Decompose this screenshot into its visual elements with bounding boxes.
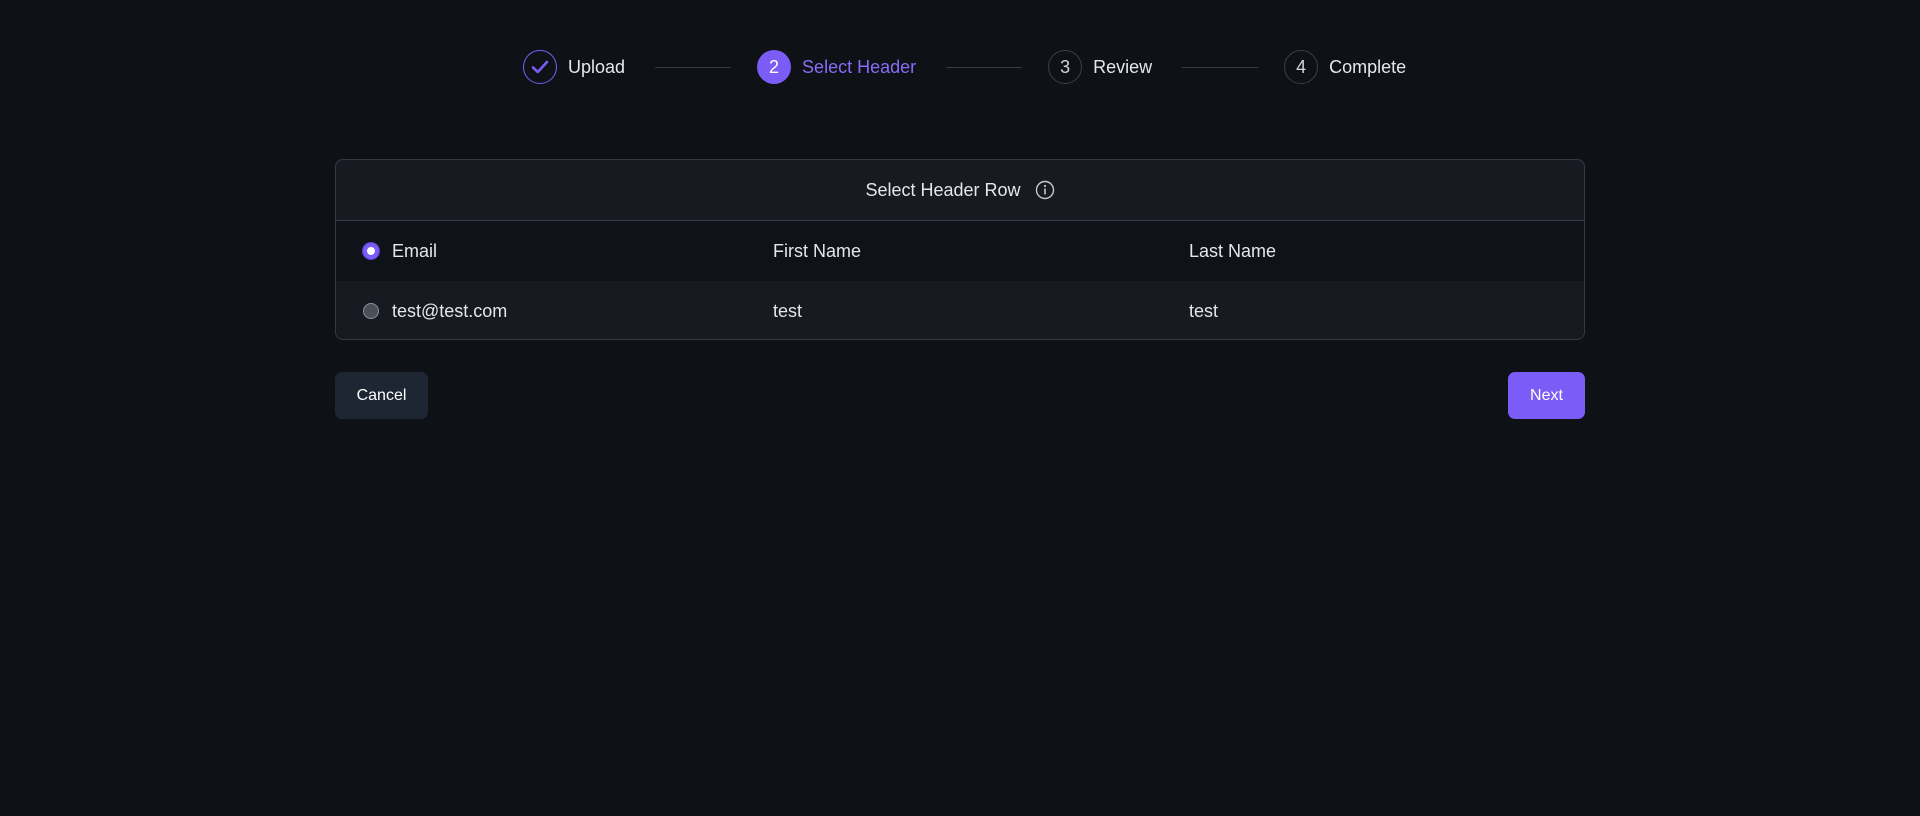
step-select-header-indicator: 2 — [757, 50, 792, 84]
step-upload-indicator — [523, 50, 557, 84]
step-review: 3 Review — [1048, 50, 1152, 84]
row-cell: First Name — [773, 240, 862, 261]
step-review-indicator: 3 — [1048, 50, 1083, 84]
row-radio-unselected[interactable] — [363, 303, 379, 319]
step-upload: Upload — [523, 50, 625, 84]
info-icon[interactable] — [1035, 180, 1055, 200]
row-radio-selected[interactable] — [363, 243, 379, 259]
step-connector — [655, 66, 732, 68]
cancel-button[interactable]: Cancel — [335, 372, 428, 419]
step-complete: 4 Complete — [1284, 50, 1406, 84]
step-complete-indicator: 4 — [1284, 50, 1319, 84]
row-cell: test@test.com — [392, 300, 508, 321]
step-connector — [1182, 66, 1259, 68]
card-header: Select Header Row — [336, 160, 1584, 221]
row-cell: test — [773, 300, 803, 321]
step-connector — [946, 66, 1023, 68]
step-select-header: 2 Select Header — [757, 50, 916, 84]
row-cell: Email — [392, 240, 438, 261]
step-select-header-label: Select Header — [802, 56, 917, 77]
card-title: Select Header Row — [865, 179, 1021, 200]
next-button[interactable]: Next — [1508, 372, 1585, 419]
row-cell: Last Name — [1189, 240, 1277, 261]
step-upload-label: Upload — [568, 56, 626, 77]
header-row-selection-card: Select Header Row Email First Name Last … — [335, 159, 1585, 340]
table-row-candidate-2[interactable]: test@test.com test test — [336, 281, 1584, 339]
step-complete-label: Complete — [1329, 56, 1407, 77]
check-icon — [531, 60, 549, 74]
progress-stepper: Upload 2 Select Header 3 Review 4 Comple… — [523, 49, 1406, 85]
table-row-candidate-1[interactable]: Email First Name Last Name — [336, 221, 1584, 281]
row-cell: test — [1189, 300, 1219, 321]
step-review-label: Review — [1093, 56, 1153, 77]
